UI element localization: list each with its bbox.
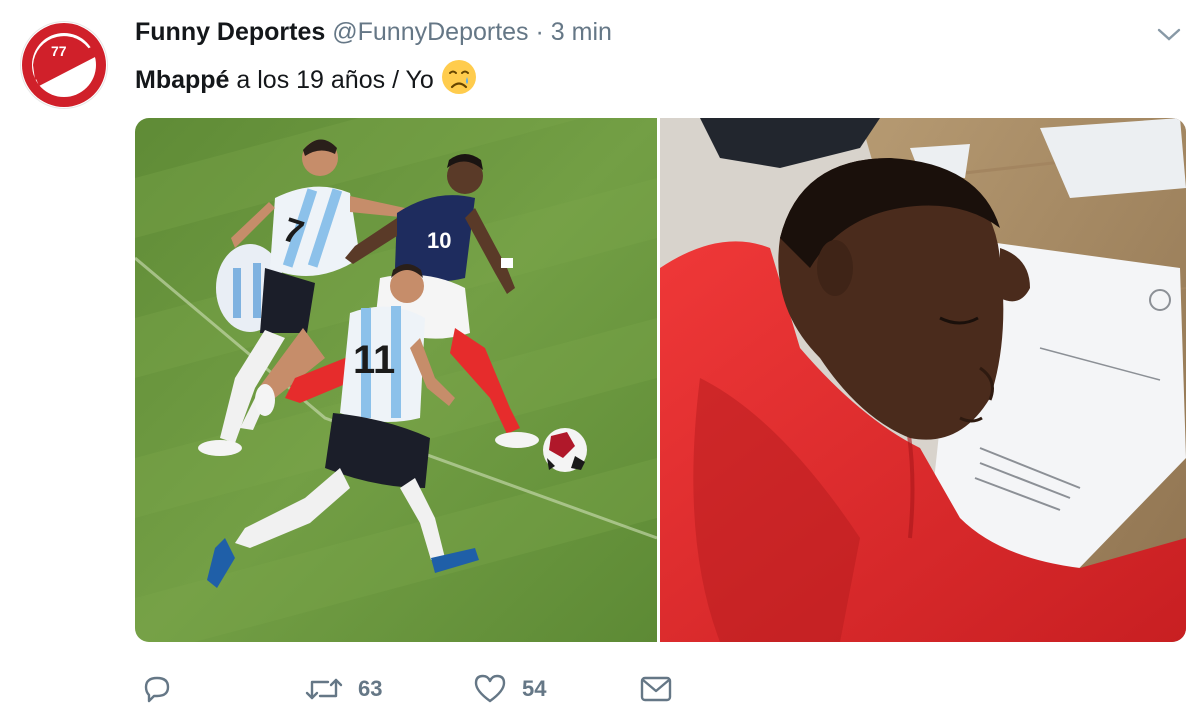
direct-message-button[interactable]: [638, 672, 674, 706]
football-photo[interactable]: 7 10 11: [135, 118, 657, 642]
timestamp[interactable]: 3 min: [551, 18, 612, 46]
retweet-icon: [304, 672, 344, 706]
separator-dot: ·: [535, 18, 544, 46]
speech-bubble-icon: [140, 672, 174, 706]
tweet-text-bold: Mbappé: [135, 66, 230, 94]
retweet-button[interactable]: 63: [304, 672, 382, 706]
crying-face-emoji-icon: [440, 58, 478, 96]
tweet-text: Mbappé a los 19 años / Yo: [135, 58, 478, 96]
sleeping-student-photo[interactable]: [660, 118, 1186, 642]
display-name[interactable]: Funny Deportes: [135, 18, 325, 46]
envelope-icon: [638, 672, 674, 706]
chevron-down-icon[interactable]: [1156, 26, 1182, 44]
avatar[interactable]: 77: [21, 22, 107, 108]
svg-text:10: 10: [427, 228, 451, 253]
tweet-header: Funny Deportes @FunnyDeportes · 3 min: [135, 16, 612, 48]
tweet-text-rest: a los 19 años / Yo: [229, 66, 434, 94]
svg-text:11: 11: [353, 338, 395, 382]
like-count: 54: [522, 676, 547, 701]
heart-icon: [472, 672, 508, 706]
tweet-actions: 63 54: [0, 672, 1200, 708]
retweet-count: 63: [358, 676, 383, 701]
svg-text:77: 77: [51, 43, 67, 59]
tweet-media[interactable]: 7 10 11: [135, 118, 1186, 642]
reply-button[interactable]: [140, 672, 174, 706]
like-button[interactable]: 54: [472, 672, 546, 706]
user-handle[interactable]: @FunnyDeportes: [332, 18, 528, 46]
